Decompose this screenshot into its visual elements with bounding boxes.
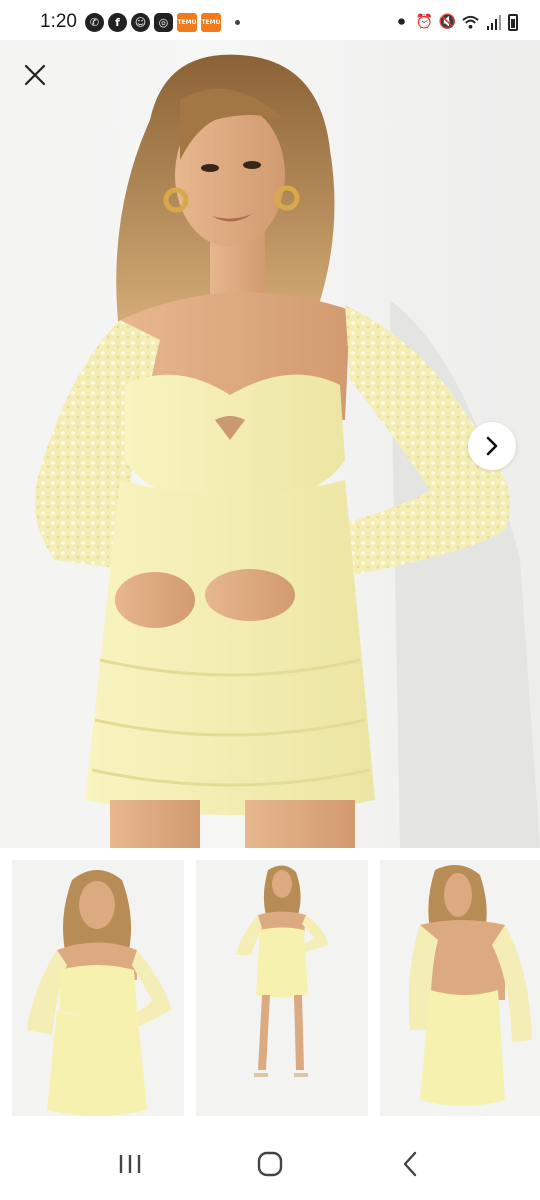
battery-icon <box>508 13 518 31</box>
mute-icon: 🔇 <box>438 14 457 30</box>
wifi-icon <box>462 14 479 31</box>
next-image-button[interactable] <box>468 422 516 470</box>
thumbnail-front-closeup[interactable] <box>12 860 184 1116</box>
thumbnail-full-length[interactable] <box>196 860 368 1116</box>
facebook-icon: f <box>107 12 127 32</box>
thumbnail-image <box>12 860 184 1116</box>
whatsapp-icon: ✆ <box>84 12 104 32</box>
chevron-right-icon <box>486 436 498 456</box>
close-button[interactable] <box>20 60 50 90</box>
system-navigation-bar <box>0 1128 540 1200</box>
thumbnail-strip <box>0 860 540 1116</box>
recent-apps-button[interactable] <box>100 1139 160 1189</box>
status-time: 1:20 <box>40 11 77 32</box>
back-icon <box>403 1151 417 1177</box>
status-bar: 1:20 ✆ f ☺ ◎ TEMU TEMU ⏺ ⏰ 🔇 <box>0 0 540 44</box>
instagram-icon: ◎ <box>153 12 173 32</box>
close-icon <box>24 64 46 86</box>
main-product-image[interactable] <box>0 40 540 848</box>
notification-icons: ✆ f ☺ ◎ TEMU TEMU <box>84 12 240 32</box>
recent-apps-icon <box>119 1155 141 1173</box>
thumbnail-image <box>380 860 540 1116</box>
back-button[interactable] <box>380 1139 440 1189</box>
signal-icon <box>485 14 502 31</box>
temu-icon: TEMU <box>200 12 221 32</box>
home-icon <box>257 1151 283 1177</box>
system-icons: ⏺ ⏰ 🔇 <box>393 13 518 31</box>
model-photo <box>35 54 540 848</box>
home-button[interactable] <box>240 1139 300 1189</box>
alarm-icon: ⏰ <box>415 14 434 30</box>
snapchat-icon: ☺ <box>130 12 150 32</box>
more-notifications-dot <box>234 19 240 25</box>
recording-icon: ⏺ <box>398 14 405 30</box>
thumbnail-image <box>196 860 368 1116</box>
thumbnail-back-view[interactable] <box>380 860 540 1116</box>
temu-icon: TEMU <box>176 12 197 32</box>
